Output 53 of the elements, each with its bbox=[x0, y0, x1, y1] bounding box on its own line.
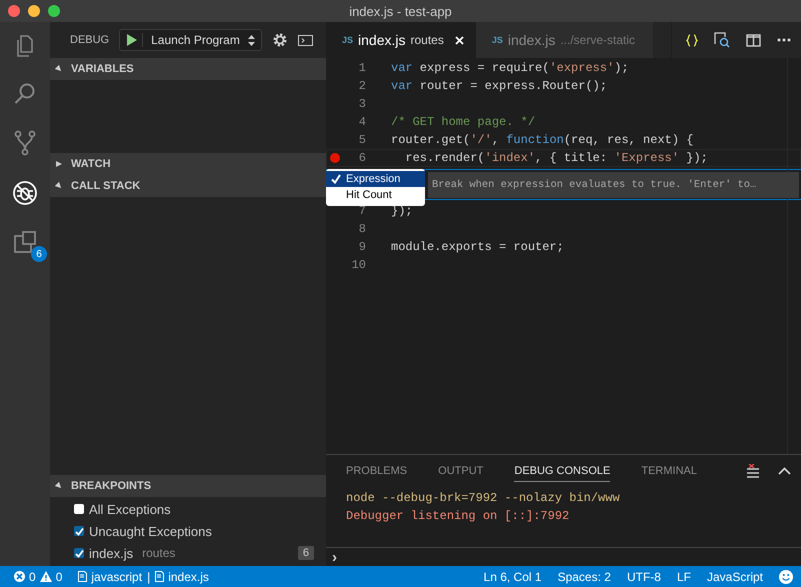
line-number: 4 bbox=[358, 115, 366, 129]
line-number: 5 bbox=[358, 133, 366, 147]
language-mode[interactable]: javascript bbox=[91, 570, 142, 584]
console-output-line: node --debug-brk=7992 --nolazy bin/www bbox=[346, 491, 621, 507]
breakpoint-label[interactable]: Uncaught Exceptions bbox=[89, 524, 212, 538]
code-line: router.get('/', function(req, res, next) { bbox=[391, 133, 694, 147]
line-number: 10 bbox=[350, 258, 366, 272]
error-count: 0 bbox=[29, 570, 36, 584]
section-header[interactable]: BREAKPOINTS bbox=[50, 475, 326, 497]
code-line: var express = require('express'); bbox=[391, 61, 629, 75]
code-line: module.exports = router; bbox=[391, 240, 564, 254]
code-line: /* GET home page. */ bbox=[391, 115, 536, 129]
status-item[interactable]: UTF-8 bbox=[626, 570, 661, 584]
panel-tab[interactable]: DEBUG CONSOLE bbox=[514, 460, 610, 482]
debug-label: DEBUG bbox=[70, 34, 110, 46]
status-item[interactable]: Ln 6, Col 1 bbox=[484, 570, 542, 584]
menu-item[interactable]: Expression bbox=[326, 171, 425, 187]
line-number: 9 bbox=[358, 240, 366, 254]
line-number-badge: 6 bbox=[298, 546, 314, 560]
breakpoint-label[interactable]: index.js bbox=[89, 546, 134, 560]
status-item[interactable]: Spaces: 2 bbox=[558, 570, 611, 584]
code-line: var router = express.Router(); bbox=[391, 79, 608, 93]
editor-tab[interactable]: JS index.js routes bbox=[326, 22, 476, 58]
section-header[interactable]: VARIABLES bbox=[50, 58, 326, 80]
line-number: 8 bbox=[358, 222, 366, 236]
panel-tab[interactable]: TERMINAL bbox=[641, 461, 697, 481]
breakpoint-label[interactable]: All Exceptions bbox=[89, 502, 171, 516]
menu-item[interactable]: Hit Count bbox=[326, 187, 425, 203]
problems-status[interactable]: 0 0 bbox=[14, 570, 62, 584]
panel-tab[interactable]: OUTPUT bbox=[438, 461, 484, 481]
notification-badge: 6 bbox=[31, 246, 47, 262]
section-header[interactable]: CALL STACK bbox=[50, 175, 326, 197]
window-title: index.js - test-app bbox=[349, 4, 452, 18]
section-header[interactable]: WATCH bbox=[50, 153, 326, 175]
code-line: }); bbox=[391, 204, 413, 218]
file-name[interactable]: index.js bbox=[168, 570, 209, 584]
line-number: 6 bbox=[358, 151, 366, 165]
line-number: 3 bbox=[358, 97, 366, 111]
code-line: res.render('index', { title: 'Express' }); bbox=[404, 151, 708, 165]
line-number: 2 bbox=[358, 79, 366, 93]
launch-configuration-dropdown[interactable]: Launch Program bbox=[119, 29, 262, 51]
separator: | bbox=[147, 570, 150, 584]
line-number: 7 bbox=[358, 204, 366, 218]
warning-count: 0 bbox=[56, 570, 62, 584]
panel-tab[interactable]: PROBLEMS bbox=[346, 461, 408, 481]
condition-input[interactable]: Break when expression evaluates to true. 'Enter' to… bbox=[428, 172, 799, 198]
editor-tab[interactable]: JS index.js .../serve-static bbox=[476, 22, 654, 58]
console-output-line: Debugger listening on [::]:7992 bbox=[346, 509, 570, 525]
status-item[interactable]: JavaScript bbox=[706, 570, 763, 584]
console-prompt: › bbox=[332, 548, 337, 566]
breakpoint-folder: routes bbox=[142, 546, 176, 560]
status-item[interactable]: LF bbox=[676, 570, 691, 584]
line-number: 1 bbox=[358, 61, 366, 75]
